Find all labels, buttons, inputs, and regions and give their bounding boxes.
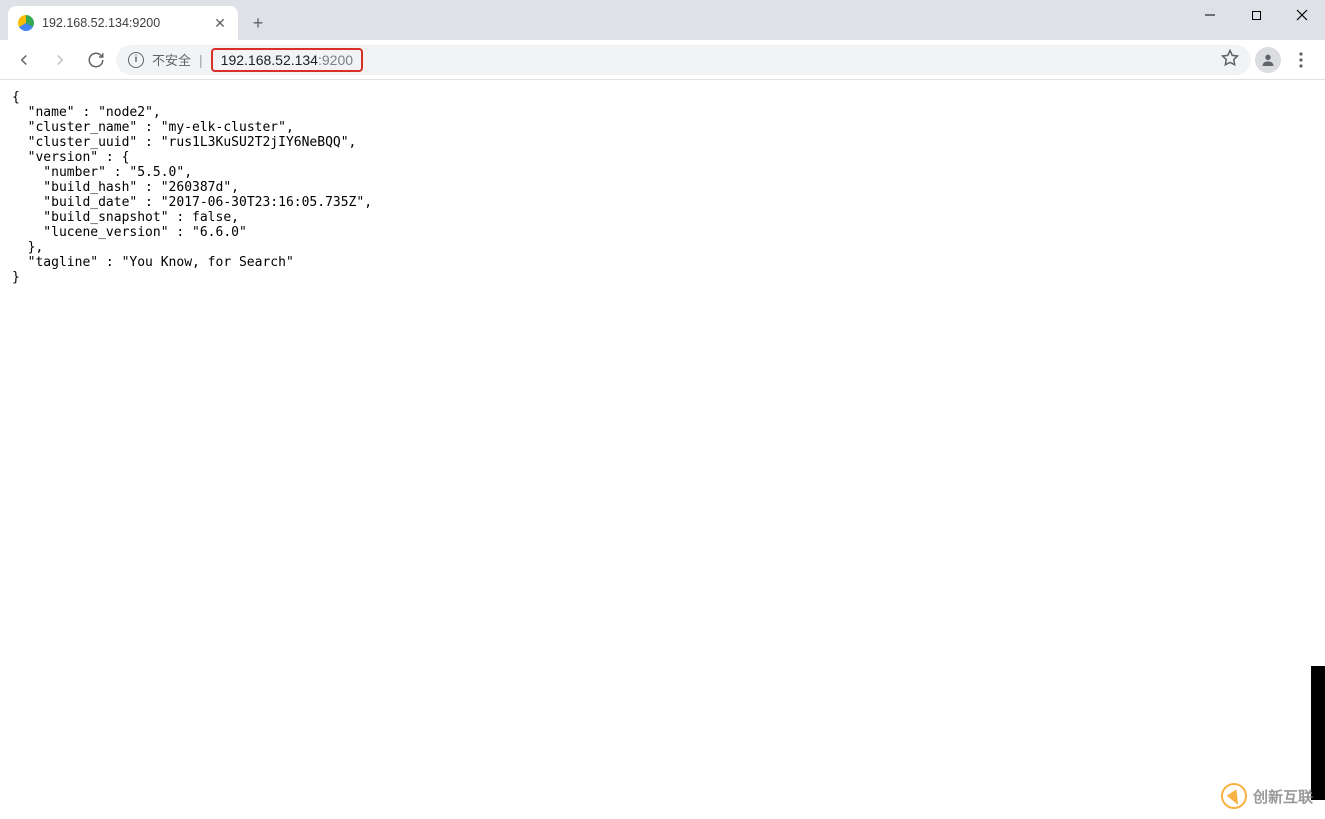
insecure-label: 不安全: [152, 50, 191, 69]
watermark-text: 创新互联: [1253, 786, 1313, 807]
json-build-snapshot: false: [192, 210, 231, 225]
json-build-date: 2017-06-30T23:16:05.735Z: [169, 195, 357, 210]
url-host: 192.168.52.134: [221, 52, 318, 68]
json-cluster-uuid: rus1L3KuSU2T2jIY6NeBQQ: [169, 135, 341, 150]
window-controls: [1187, 0, 1325, 30]
profile-avatar[interactable]: [1255, 47, 1281, 73]
json-cluster-name: my-elk-cluster: [169, 120, 279, 135]
close-window-button[interactable]: [1279, 0, 1325, 30]
site-info-icon[interactable]: i: [128, 52, 144, 68]
tab-title: 192.168.52.134:9200: [42, 16, 204, 30]
json-tagline: You Know, for Search: [129, 255, 286, 270]
response-body: { "name" : "node2", "cluster_name" : "my…: [0, 80, 1325, 295]
forward-button[interactable]: [44, 44, 76, 76]
reload-button[interactable]: [80, 44, 112, 76]
separator: |: [199, 52, 203, 68]
new-tab-button[interactable]: +: [244, 9, 272, 37]
watermark-logo-icon: [1221, 783, 1247, 809]
json-version-number: 5.5.0: [137, 165, 176, 180]
url-highlight-box: 192.168.52.134:9200: [211, 48, 363, 72]
address-bar[interactable]: i 不安全 | 192.168.52.134:9200: [116, 45, 1251, 75]
json-name: node2: [106, 105, 145, 120]
browser-tab[interactable]: 192.168.52.134:9200 ✕: [8, 6, 238, 40]
favicon-icon: [18, 15, 34, 31]
minimize-button[interactable]: [1187, 0, 1233, 30]
back-button[interactable]: [8, 44, 40, 76]
kebab-menu-icon[interactable]: [1285, 44, 1317, 76]
json-lucene-version: 6.6.0: [200, 225, 239, 240]
tab-strip: 192.168.52.134:9200 ✕ +: [0, 0, 1325, 40]
browser-toolbar: i 不安全 | 192.168.52.134:9200: [0, 40, 1325, 80]
json-build-hash: 260387d: [169, 180, 224, 195]
close-tab-button[interactable]: ✕: [212, 15, 228, 31]
right-edge-shadow: [1311, 666, 1325, 800]
bookmark-star-icon[interactable]: [1221, 49, 1239, 70]
url-port: :9200: [318, 52, 353, 68]
watermark: 创新互联: [1221, 783, 1313, 809]
maximize-button[interactable]: [1233, 0, 1279, 30]
